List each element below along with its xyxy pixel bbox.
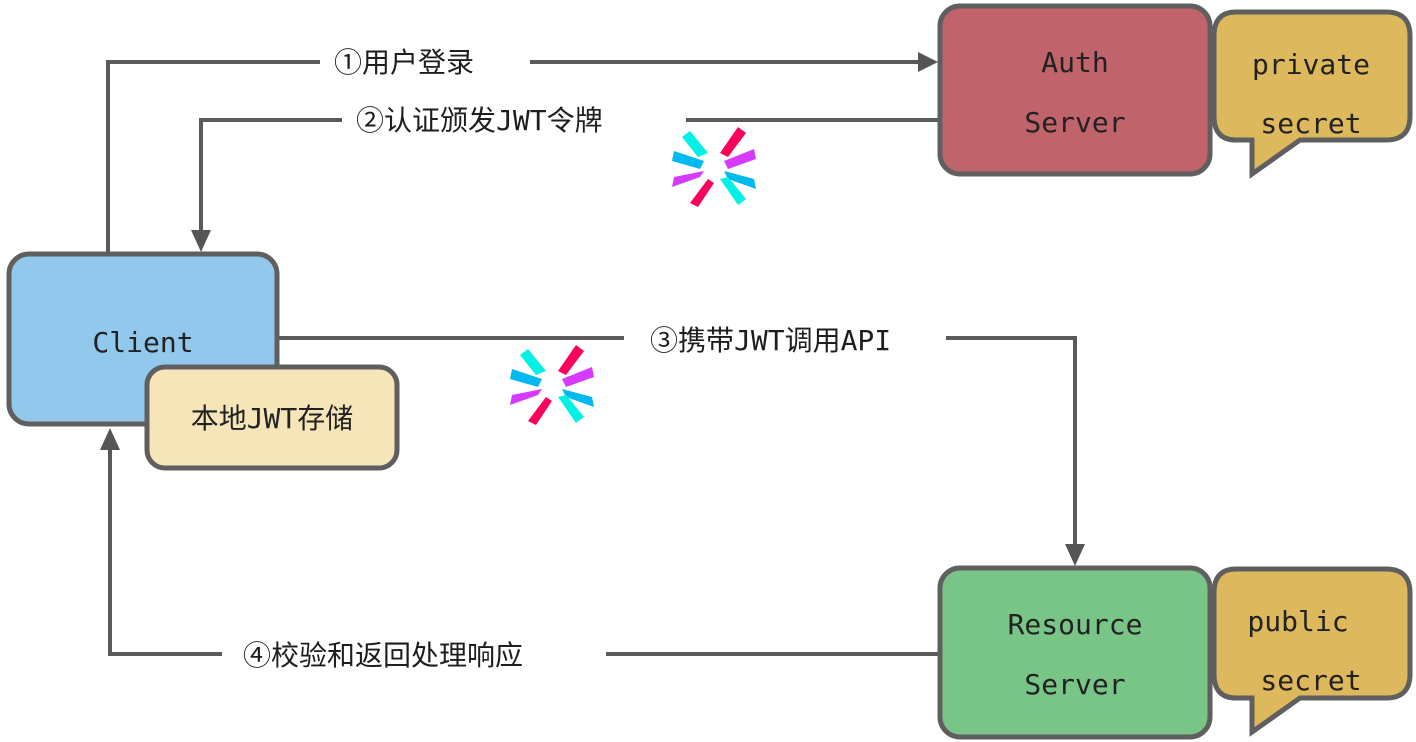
arrow-head-icon xyxy=(191,230,211,252)
private-secret-line2: secret xyxy=(1260,107,1361,140)
edge-step3-label: ③携带JWT调用API xyxy=(650,324,891,357)
auth-server-label-line1: Auth xyxy=(1041,46,1108,79)
public-secret-line1: public xyxy=(1247,605,1348,638)
public-secret-line2: secret xyxy=(1260,664,1361,697)
edge-step4-label: ④校验和返回处理响应 xyxy=(243,639,523,672)
edge-step4-line-left xyxy=(108,448,222,656)
local-jwt-storage-label: 本地JWT存储 xyxy=(191,402,354,435)
private-secret-callout: private secret xyxy=(1211,9,1413,179)
arrow-head-icon xyxy=(1065,544,1085,566)
auth-server-node: Auth Server xyxy=(937,3,1213,177)
edge-step2-label: ②认证颁发JWT令牌 xyxy=(356,104,603,137)
edge-step3-line-right xyxy=(946,336,1077,546)
resource-server-label-line2: Server xyxy=(1024,668,1125,701)
local-jwt-storage-node: 本地JWT存储 xyxy=(144,364,400,471)
arrow-head-icon xyxy=(918,52,938,72)
private-secret-line1: private xyxy=(1252,48,1370,81)
edge-step1-line-left xyxy=(106,60,320,253)
resource-server-label-line1: Resource xyxy=(1008,608,1143,641)
auth-server-label-line2: Server xyxy=(1024,106,1125,139)
jwt-flow-diagram: ①用户登录 ②认证颁发JWT令牌 ③携带JWT调用API ④校验和返回处理响应 … xyxy=(6,3,1413,740)
public-secret-callout: public secret xyxy=(1211,566,1413,737)
client-label: Client xyxy=(92,326,193,359)
arrow-head-icon xyxy=(100,428,120,450)
edge-step2: ②认证颁发JWT令牌 xyxy=(191,104,940,252)
edge-step2-line-left xyxy=(199,118,342,232)
edge-step1-label: ①用户登录 xyxy=(334,46,474,79)
edge-step1: ①用户登录 xyxy=(106,46,938,253)
resource-server-node: Resource Server xyxy=(937,565,1213,740)
jwt-logo-icon xyxy=(510,345,594,425)
jwt-logo-icon xyxy=(672,127,756,207)
